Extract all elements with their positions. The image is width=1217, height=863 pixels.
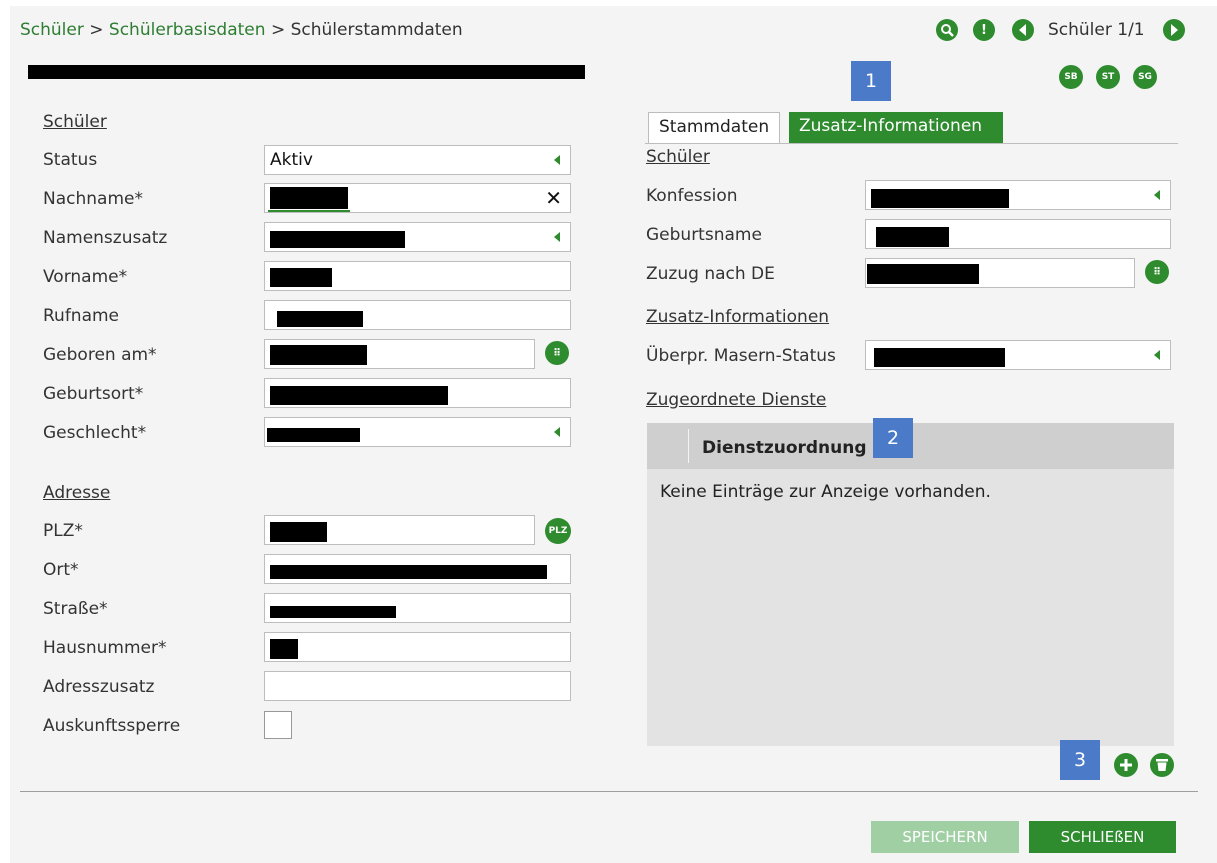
label-geboren: Geboren am* <box>43 345 157 365</box>
redacted-value <box>270 639 298 659</box>
previous-student-icon[interactable] <box>1012 19 1034 41</box>
close-button[interactable]: SCHLIEßEN <box>1029 821 1176 853</box>
masern-status-select[interactable] <box>865 340 1171 370</box>
label-konfession: Konfession <box>646 186 738 206</box>
geboren-input[interactable] <box>264 339 535 369</box>
trash-icon[interactable] <box>1150 753 1174 777</box>
table-empty-message: Keine Einträge zur Anzeige vorhanden. <box>660 482 991 502</box>
vorname-input[interactable] <box>264 261 571 291</box>
redacted-value <box>270 522 327 542</box>
tab-divider <box>645 143 1178 144</box>
section-zusatz-informationen: Zusatz-Informationen <box>646 307 830 327</box>
zuzug-input[interactable] <box>865 258 1135 288</box>
label-masern: Überpr. Masern-Status <box>646 346 836 366</box>
label-plz: PLZ* <box>43 521 83 541</box>
calendar-icon[interactable]: ⠿ <box>1145 260 1169 284</box>
status-value: Aktiv <box>270 150 313 170</box>
breadcrumb-schueler[interactable]: Schüler <box>20 20 84 40</box>
konfession-select[interactable] <box>865 180 1171 210</box>
st-icon[interactable]: ST <box>1096 65 1120 89</box>
geschlecht-select[interactable] <box>264 417 571 447</box>
label-vorname: Vorname* <box>43 267 128 287</box>
add-icon[interactable] <box>1114 753 1138 777</box>
dropdown-arrow-icon <box>554 155 560 165</box>
student-summary-redacted <box>28 65 585 79</box>
nachname-input[interactable]: ✕ <box>264 183 571 213</box>
alert-icon[interactable]: ! <box>973 19 995 41</box>
dienste-table: Dienstzuordnung Keine Einträge zur Anzei… <box>647 423 1174 746</box>
redacted-value <box>270 565 547 579</box>
clear-icon[interactable]: ✕ <box>545 186 562 210</box>
redacted-value <box>874 348 1005 367</box>
breadcrumb-current: Schülerstammdaten <box>290 20 463 40</box>
tab-zusatz-informationen[interactable]: Zusatz-Informationen <box>789 112 1003 143</box>
geburtsname-input[interactable] <box>865 219 1171 249</box>
label-zuzug: Zuzug nach DE <box>646 264 775 284</box>
annotation-badge-1: 1 <box>851 61 891 101</box>
label-rufname: Rufname <box>43 306 120 326</box>
section-schueler-right: Schüler <box>646 147 710 167</box>
label-geburtsort: Geburtsort* <box>43 384 144 404</box>
redacted-value <box>871 189 1009 208</box>
redacted-value <box>270 268 332 287</box>
focus-underline <box>268 210 350 212</box>
label-ort: Ort* <box>43 560 79 580</box>
label-adresszusatz: Adresszusatz <box>43 677 155 697</box>
dropdown-arrow-icon <box>1154 350 1160 360</box>
sg-icon[interactable]: SG <box>1133 65 1157 89</box>
label-nachname: Nachname* <box>43 189 143 209</box>
label-auskunftssperre: Auskunftssperre <box>43 716 181 736</box>
auskunftssperre-checkbox[interactable] <box>264 711 292 739</box>
label-status: Status <box>43 150 98 170</box>
rufname-input[interactable] <box>264 300 571 330</box>
section-adresse: Adresse <box>43 483 111 503</box>
annotation-badge-3: 3 <box>1060 740 1100 780</box>
ort-input[interactable] <box>264 554 571 584</box>
status-select[interactable]: Aktiv <box>264 145 571 175</box>
plz-lookup-button[interactable]: PLZ <box>545 518 571 544</box>
hausnummer-input[interactable] <box>264 632 571 662</box>
redacted-value <box>270 345 367 365</box>
label-hausnummer: Hausnummer* <box>43 638 167 658</box>
label-strasse: Straße* <box>43 599 108 619</box>
redacted-value <box>876 227 949 247</box>
plz-input[interactable] <box>264 515 535 545</box>
breadcrumb-separator: > <box>265 20 291 40</box>
calendar-icon[interactable]: ⠿ <box>545 341 569 365</box>
redacted-value <box>867 264 979 284</box>
geburtsort-input[interactable] <box>264 378 571 408</box>
adresszusatz-input[interactable] <box>264 671 571 701</box>
label-geburtsname: Geburtsname <box>646 225 762 245</box>
redacted-value <box>267 428 360 442</box>
save-button[interactable]: SPEICHERN <box>871 821 1019 853</box>
dropdown-arrow-icon <box>1154 190 1160 200</box>
redacted-value <box>270 386 448 405</box>
section-zugeordnete-dienste: Zugeordnete Dienste <box>646 390 827 410</box>
column-dienstzuordnung[interactable]: Dienstzuordnung <box>702 438 867 458</box>
strasse-input[interactable] <box>264 593 571 623</box>
redacted-value <box>270 231 405 248</box>
label-geschlecht: Geschlecht* <box>43 423 147 443</box>
redacted-value <box>277 311 363 327</box>
column-divider <box>688 429 689 463</box>
label-namenszusatz: Namenszusatz <box>43 228 168 248</box>
next-student-icon[interactable] <box>1163 19 1185 41</box>
tab-stammdaten[interactable]: Stammdaten <box>648 112 780 143</box>
section-schueler: Schüler <box>43 112 107 132</box>
breadcrumb-schuelerbasisdaten[interactable]: Schülerbasisdaten <box>109 20 266 40</box>
student-counter: Schüler 1/1 <box>1048 20 1145 40</box>
dropdown-arrow-icon <box>554 232 560 242</box>
dropdown-arrow-icon <box>554 427 560 437</box>
annotation-badge-2: 2 <box>873 418 913 458</box>
sb-icon[interactable]: SB <box>1059 65 1083 89</box>
breadcrumb-separator: > <box>83 20 109 40</box>
footer-divider <box>20 791 1198 792</box>
namenszusatz-select[interactable] <box>264 222 571 252</box>
search-icon[interactable] <box>936 19 958 41</box>
breadcrumb: Schüler > Schülerbasisdaten > Schülersta… <box>20 20 463 40</box>
redacted-value <box>270 606 396 618</box>
redacted-value <box>270 187 348 209</box>
